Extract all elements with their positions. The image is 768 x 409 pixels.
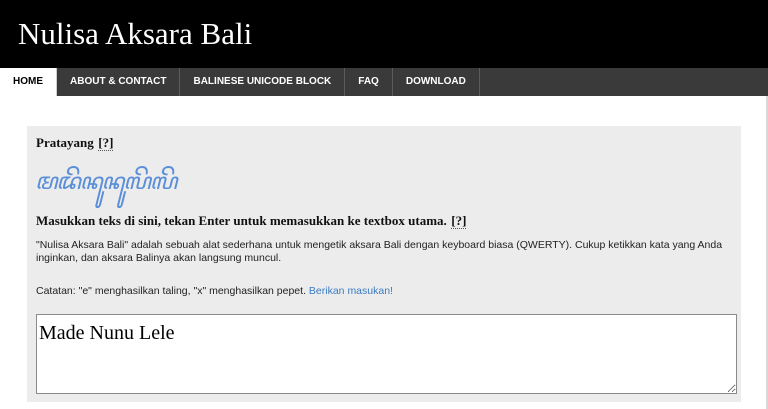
site-title: Nulisa Aksara Bali xyxy=(18,16,253,51)
preview-label: Pratayang xyxy=(36,135,94,150)
nav-balinese-unicode-block[interactable]: BALINESE UNICODE BLOCK xyxy=(180,68,346,96)
editor-panel: Pratayang [?] ꦩꦢꦼꦤꦸꦤꦸꦭꦼꦭꦼ Masukkan teks … xyxy=(27,126,741,402)
input-help-link[interactable]: [?] xyxy=(451,213,467,229)
nav-about-contact[interactable]: ABOUT & CONTACT xyxy=(57,68,181,96)
nav-home[interactable]: HOME xyxy=(0,68,57,96)
site-header: Nulisa Aksara Bali xyxy=(0,0,768,68)
preview-heading: Pratayang [?] xyxy=(36,134,114,152)
description-paragraph: "Nulisa Aksara Bali" adalah sebuah alat … xyxy=(36,239,723,264)
preview-help-link[interactable]: [?] xyxy=(98,135,114,151)
input-instruction-text: Masukkan teks di sini, tekan Enter untuk… xyxy=(36,213,447,228)
main-textbox[interactable]: Made Nunu Lele xyxy=(36,314,737,394)
balinese-preview-output: ꦩꦢꦼꦤꦸꦤꦸꦭꦼꦭꦼ xyxy=(35,169,177,195)
input-instruction-heading: Masukkan teks di sini, tekan Enter untuk… xyxy=(36,212,467,230)
main-navigation: HOME ABOUT & CONTACT BALINESE UNICODE BL… xyxy=(0,68,768,96)
nav-faq[interactable]: FAQ xyxy=(345,68,393,96)
note-text: Catatan: "e" menghasilkan taling, "x" me… xyxy=(36,285,306,297)
feedback-link[interactable]: Berikan masukan! xyxy=(309,285,393,297)
nav-download[interactable]: DOWNLOAD xyxy=(393,68,480,96)
note-line: Catatan: "e" menghasilkan taling, "x" me… xyxy=(36,285,736,298)
